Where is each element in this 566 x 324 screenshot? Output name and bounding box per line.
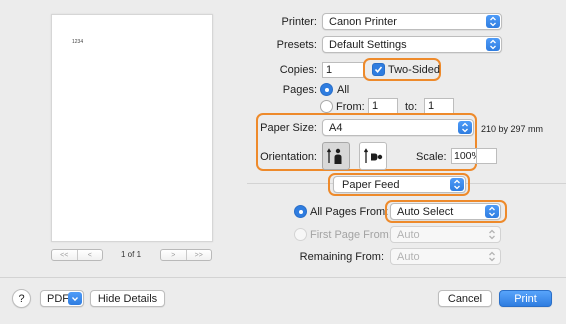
popup-chevron-icon bbox=[486, 38, 500, 51]
popup-chevron-icon bbox=[485, 250, 499, 263]
preview-page-text: 1234 bbox=[72, 39, 84, 45]
printer-popup[interactable]: Canon Printer bbox=[322, 13, 502, 30]
paper-size-popup[interactable]: A4 bbox=[322, 119, 474, 136]
presets-label: Presets: bbox=[276, 39, 317, 51]
previous-page-button[interactable]: < bbox=[76, 250, 103, 260]
print-button[interactable]: Print bbox=[499, 290, 552, 307]
pdf-label: PDF bbox=[47, 292, 69, 305]
paper-size-value: A4 bbox=[329, 121, 343, 134]
preview-nav-forward-group: > >> bbox=[160, 249, 212, 261]
printer-value: Canon Printer bbox=[329, 15, 397, 28]
two-sided-label: Two-Sided bbox=[388, 64, 440, 76]
checkmark-icon bbox=[374, 66, 383, 74]
orientation-label: Orientation: bbox=[260, 151, 317, 163]
pages-all-label: All bbox=[337, 84, 350, 96]
remaining-from-popup[interactable]: Auto bbox=[390, 248, 501, 265]
all-pages-from-radio[interactable] bbox=[294, 205, 307, 218]
copies-label: Copies: bbox=[279, 64, 317, 76]
all-pages-from-value: Auto Select bbox=[397, 205, 454, 218]
cancel-button[interactable]: Cancel bbox=[438, 290, 492, 307]
portrait-person-icon bbox=[326, 148, 342, 164]
pages-to-field[interactable]: 1 bbox=[424, 98, 454, 114]
next-page-button[interactable]: > bbox=[161, 250, 186, 260]
paper-size-label: Paper Size: bbox=[260, 122, 317, 134]
paper-dimensions: 210 by 297 mm bbox=[481, 124, 544, 134]
presets-popup[interactable]: Default Settings bbox=[322, 36, 502, 53]
landscape-person-icon bbox=[363, 148, 383, 163]
presets-value: Default Settings bbox=[329, 38, 407, 51]
popup-chevron-icon bbox=[486, 15, 500, 28]
pages-label: Pages: bbox=[282, 84, 317, 96]
remaining-from-value: Auto bbox=[397, 250, 420, 263]
first-page-button[interactable]: << bbox=[52, 250, 77, 260]
scale-label: Scale: bbox=[416, 151, 447, 163]
preview-nav-back-group: << < bbox=[51, 249, 103, 261]
hide-details-button[interactable]: Hide Details bbox=[90, 290, 165, 307]
all-pages-from-popup[interactable]: Auto Select bbox=[390, 203, 501, 220]
section-popup[interactable]: Paper Feed bbox=[333, 176, 466, 193]
printer-label: Printer: bbox=[281, 16, 317, 28]
print-preview-page: 1234 bbox=[51, 14, 213, 242]
last-page-button[interactable]: >> bbox=[185, 250, 212, 260]
footer-divider bbox=[0, 277, 566, 278]
two-sided-checkbox[interactable] bbox=[372, 63, 385, 76]
pages-to-label: to: bbox=[405, 101, 418, 113]
help-button[interactable]: ? bbox=[12, 289, 31, 308]
pages-range-radio[interactable] bbox=[320, 100, 333, 113]
first-page-from-radio[interactable] bbox=[294, 228, 307, 241]
page-indicator: 1 of 1 bbox=[121, 250, 142, 259]
landscape-orientation-button[interactable] bbox=[359, 142, 387, 170]
popup-chevron-icon bbox=[450, 178, 464, 191]
pages-all-radio[interactable] bbox=[320, 83, 333, 96]
first-page-from-label: First Page From: bbox=[310, 229, 392, 241]
remaining-from-label: Remaining From: bbox=[299, 251, 384, 263]
portrait-orientation-button[interactable] bbox=[322, 142, 350, 170]
scale-field[interactable]: 100% bbox=[451, 148, 477, 164]
all-pages-from-label: All Pages From: bbox=[310, 206, 389, 218]
chevron-down-icon bbox=[68, 292, 82, 305]
section-popup-value: Paper Feed bbox=[342, 178, 400, 191]
pages-from-field[interactable]: 1 bbox=[368, 98, 398, 114]
pdf-menu-button[interactable]: PDF bbox=[40, 290, 84, 307]
pages-from-label: From: bbox=[336, 101, 365, 113]
popup-chevron-icon bbox=[458, 121, 472, 134]
popup-chevron-icon bbox=[485, 228, 499, 241]
first-page-from-popup[interactable]: Auto bbox=[390, 226, 501, 243]
popup-chevron-icon bbox=[485, 205, 499, 218]
scale-field-end bbox=[477, 148, 497, 164]
first-page-from-value: Auto bbox=[397, 228, 420, 241]
copies-field[interactable]: 1 bbox=[322, 62, 364, 78]
